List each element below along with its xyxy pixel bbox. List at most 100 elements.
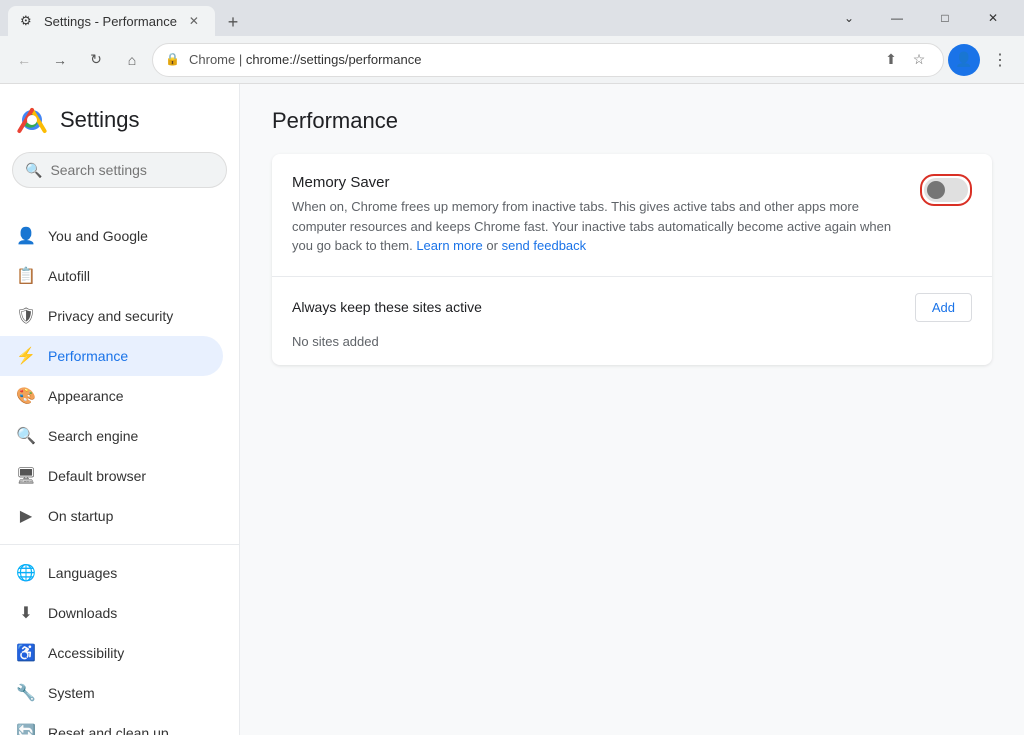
sites-label: Always keep these sites active: [292, 299, 482, 315]
omnibox-url: Chrome | chrome://settings/performance: [189, 52, 871, 67]
sidebar-label: On startup: [48, 508, 113, 524]
languages-icon: 🌐: [16, 563, 36, 583]
memory-saver-toggle[interactable]: [924, 178, 968, 202]
sidebar-item-reset[interactable]: 🔄 Reset and clean up: [0, 713, 223, 735]
chevron-down-button[interactable]: ⌄: [826, 3, 872, 33]
sidebar-item-accessibility[interactable]: ♿ Accessibility: [0, 633, 223, 673]
maximize-button[interactable]: □: [922, 3, 968, 33]
sidebar-search-area: 🔍: [0, 152, 239, 216]
sidebar-label: Downloads: [48, 605, 117, 621]
sidebar-divider: [0, 544, 239, 545]
share-icon: ⬆: [885, 51, 897, 68]
sidebar-label: Performance: [48, 348, 128, 364]
bookmark-button[interactable]: ☆: [907, 48, 931, 72]
search-engine-icon: 🔍: [16, 426, 36, 446]
sidebar-item-languages[interactable]: 🌐 Languages: [0, 553, 223, 593]
bookmark-icon: ☆: [913, 51, 926, 68]
profile-button[interactable]: 👤: [948, 44, 980, 76]
default-browser-icon: 🖥: [16, 466, 36, 486]
memory-saver-content: Memory Saver When on, Chrome frees up me…: [292, 174, 904, 256]
sidebar-label: Languages: [48, 565, 117, 581]
menu-button[interactable]: ⋮: [984, 44, 1016, 76]
sidebar-item-default-browser[interactable]: 🖥 Default browser: [0, 456, 223, 496]
home-button[interactable]: ⌂: [116, 44, 148, 76]
close-window-icon: ✕: [988, 11, 998, 25]
main-content: Settings 🔍 👤 You and Google 📋 Autofill 🛡…: [0, 84, 1024, 735]
forward-button[interactable]: →: [44, 44, 76, 76]
reload-button[interactable]: ↻: [80, 44, 112, 76]
back-button[interactable]: ←: [8, 44, 40, 76]
memory-saver-toggle-wrapper: [920, 174, 972, 206]
performance-card: Memory Saver When on, Chrome frees up me…: [272, 154, 992, 365]
minimize-icon: —: [891, 11, 903, 25]
sidebar-label: Appearance: [48, 388, 124, 404]
sidebar-item-you-and-google[interactable]: 👤 You and Google: [0, 216, 223, 256]
reload-icon: ↻: [90, 51, 102, 68]
appearance-icon: 🎨: [16, 386, 36, 406]
sidebar-item-downloads[interactable]: ⬇ Downloads: [0, 593, 223, 633]
content-area: Performance Memory Saver When on, Chrome…: [240, 84, 1024, 735]
tab-close-button[interactable]: ✕: [185, 12, 203, 30]
no-sites-text: No sites added: [292, 334, 972, 349]
sites-header: Always keep these sites active Add: [292, 293, 972, 322]
sidebar-label: Autofill: [48, 268, 90, 284]
sidebar-item-search-engine[interactable]: 🔍 Search engine: [0, 416, 223, 456]
security-icon: 🔒: [165, 52, 181, 68]
autofill-icon: 📋: [16, 266, 36, 286]
settings-header: Settings: [0, 92, 239, 152]
sidebar-label: Search engine: [48, 428, 138, 444]
or-text: or: [483, 238, 502, 253]
search-icon: 🔍: [25, 162, 42, 179]
sidebar-label: Privacy and security: [48, 308, 173, 324]
url-path: chrome://settings/performance: [246, 52, 422, 67]
sidebar-label: You and Google: [48, 228, 148, 244]
back-icon: ←: [17, 52, 31, 68]
chrome-logo-icon: [16, 104, 48, 136]
sidebar-item-autofill[interactable]: 📋 Autofill: [0, 256, 223, 296]
learn-more-link[interactable]: Learn more: [416, 238, 482, 253]
add-site-button[interactable]: Add: [915, 293, 972, 322]
sidebar-item-privacy-and-security[interactable]: 🛡 Privacy and security: [0, 296, 223, 336]
search-input[interactable]: [50, 162, 231, 178]
performance-icon: ⚡: [16, 346, 36, 366]
new-tab-icon: +: [228, 12, 239, 33]
active-tab[interactable]: ⚙ Settings - Performance ✕: [8, 6, 215, 36]
search-bar[interactable]: 🔍: [12, 152, 227, 188]
titlebar: ⚙ Settings - Performance ✕ + ⌄ — □ ✕: [0, 0, 1024, 36]
sidebar-label: Accessibility: [48, 645, 124, 661]
memory-saver-desc-text: When on, Chrome frees up memory from ina…: [292, 199, 891, 253]
close-window-button[interactable]: ✕: [970, 3, 1016, 33]
sidebar-label: Default browser: [48, 468, 146, 484]
share-button[interactable]: ⬆: [879, 48, 903, 72]
memory-saver-section: Memory Saver When on, Chrome frees up me…: [272, 154, 992, 276]
minimize-button[interactable]: —: [874, 3, 920, 33]
downloads-icon: ⬇: [16, 603, 36, 623]
memory-saver-title: Memory Saver: [292, 174, 904, 191]
forward-icon: →: [53, 52, 67, 68]
maximize-icon: □: [941, 11, 948, 25]
new-tab-button[interactable]: +: [219, 8, 247, 36]
person-icon: 👤: [16, 226, 36, 246]
menu-icon: ⋮: [992, 50, 1008, 70]
send-feedback-link[interactable]: send feedback: [502, 238, 587, 253]
memory-saver-description: When on, Chrome frees up memory from ina…: [292, 197, 904, 256]
memory-saver-header: Memory Saver When on, Chrome frees up me…: [292, 174, 972, 256]
always-active-sites-section: Always keep these sites active Add No si…: [272, 276, 992, 365]
window-controls: ⌄ — □ ✕: [826, 3, 1016, 33]
sidebar-label: Reset and clean up: [48, 725, 169, 735]
omnibox-actions: ⬆ ☆: [879, 48, 931, 72]
system-icon: 🔧: [16, 683, 36, 703]
sidebar: Settings 🔍 👤 You and Google 📋 Autofill 🛡…: [0, 84, 240, 735]
sidebar-item-performance[interactable]: ⚡ Performance: [0, 336, 223, 376]
toggle-thumb: [927, 181, 945, 199]
home-icon: ⌂: [128, 52, 136, 68]
sidebar-item-appearance[interactable]: 🎨 Appearance: [0, 376, 223, 416]
omnibox[interactable]: 🔒 Chrome | chrome://settings/performance…: [152, 43, 944, 77]
settings-title: Settings: [60, 107, 140, 133]
sidebar-item-system[interactable]: 🔧 System: [0, 673, 223, 713]
addressbar: ← → ↻ ⌂ 🔒 Chrome | chrome://settings/per…: [0, 36, 1024, 84]
url-prefix: Chrome |: [189, 52, 246, 67]
sidebar-item-on-startup[interactable]: ▶ On startup: [0, 496, 223, 536]
on-startup-icon: ▶: [16, 506, 36, 526]
accessibility-icon: ♿: [16, 643, 36, 663]
